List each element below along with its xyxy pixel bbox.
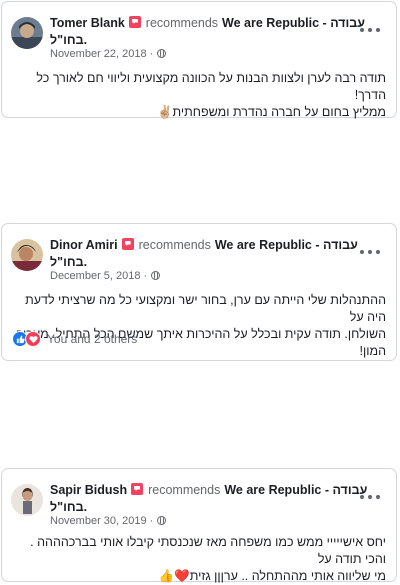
recommend-badge-icon bbox=[121, 238, 134, 250]
recommends-label: recommends bbox=[138, 238, 211, 252]
reactions-summary[interactable]: You and 2 others bbox=[12, 331, 137, 347]
globe-icon bbox=[151, 271, 161, 280]
recommends-label: recommends bbox=[148, 483, 221, 497]
recommend-badge-icon bbox=[128, 16, 141, 28]
review-card: Tomer Blank recommends We are Republic - ע… bbox=[1, 1, 397, 121]
review-text-line: ממליץ בחום על חברה נהדרת ומשפחתית✌🏼 bbox=[156, 105, 386, 119]
post-date[interactable]: November 30, 2019 · bbox=[50, 515, 153, 527]
page-name-continued[interactable]: בחו"ל. bbox=[50, 254, 87, 270]
post-meta: November 30, 2019 · bbox=[50, 515, 167, 528]
review-text-line: ההתנהלות שלי הייתה עם ערן, בחור ישר ומקצ… bbox=[25, 293, 386, 324]
review-text: ההתנהלות שלי הייתה עם ערן, בחור ישר ומקצ… bbox=[10, 292, 386, 360]
recommends-label: recommends bbox=[145, 16, 219, 30]
post-date[interactable]: December 5, 2018 · bbox=[50, 270, 147, 282]
page-name-continued[interactable]: בחו"ל. bbox=[50, 499, 87, 515]
avatar[interactable] bbox=[11, 239, 43, 271]
review-header: Sapir Bidush recommends We are Republic - … bbox=[11, 478, 396, 527]
review-headline: Dinor Amiri recommends We are Republic - ע… bbox=[50, 237, 358, 253]
globe-icon bbox=[157, 516, 167, 525]
review-header: Tomer Blank recommends We are Republic - ע… bbox=[11, 11, 396, 60]
review-headline: Sapir Bidush recommends We are Republic - … bbox=[50, 482, 367, 498]
avatar[interactable] bbox=[11, 17, 43, 49]
page-name-link[interactable]: We are Republic - עבודה bbox=[215, 238, 358, 252]
post-meta: December 5, 2018 · bbox=[50, 270, 161, 283]
reviewer-name[interactable]: Sapir Bidush bbox=[50, 483, 127, 497]
globe-icon bbox=[157, 49, 167, 58]
review-headline: Tomer Blank recommends We are Republic - ע… bbox=[50, 15, 365, 31]
love-reaction-icon bbox=[25, 331, 41, 347]
review-text-line: יחס אישייייי ממש כמו משפחה מאז שנכנסתי ק… bbox=[30, 535, 386, 566]
reviewer-name[interactable]: Dinor Amiri bbox=[50, 238, 118, 252]
review-text-line: תודה רבה לערן ולצוות הבנות על הכוונה מקצ… bbox=[36, 71, 386, 102]
reactions-text[interactable]: You and 2 others bbox=[47, 332, 137, 346]
reviewer-name[interactable]: Tomer Blank bbox=[50, 16, 125, 30]
review-text-line: מי שליווה אותי מההתחלה .. ערןןן גזית❤️👍 bbox=[158, 569, 386, 583]
more-options-icon[interactable] bbox=[360, 245, 380, 259]
post-meta: November 22, 2018 · bbox=[50, 48, 167, 61]
recommend-badge-icon bbox=[131, 483, 144, 495]
review-card: Dinor Amiri recommends We are Republic - ע… bbox=[1, 223, 397, 361]
post-date[interactable]: November 22, 2018 · bbox=[50, 48, 153, 60]
page-name-link[interactable]: We are Republic - עבודה bbox=[222, 16, 365, 30]
avatar[interactable] bbox=[11, 484, 43, 516]
review-card: Sapir Bidush recommends We are Republic - … bbox=[1, 468, 397, 585]
page-name-link[interactable]: We are Republic - עבודה bbox=[224, 483, 367, 497]
review-text: תודה רבה לערן ולצוות הבנות על הכוונה מקצ… bbox=[10, 70, 386, 121]
more-options-icon[interactable] bbox=[360, 23, 380, 37]
page-name-continued[interactable]: בחו"ל. bbox=[50, 32, 87, 48]
more-options-icon[interactable] bbox=[360, 490, 380, 504]
review-text: יחס אישייייי ממש כמו משפחה מאז שנכנסתי ק… bbox=[10, 534, 386, 585]
review-header: Dinor Amiri recommends We are Republic - ע… bbox=[11, 233, 396, 282]
